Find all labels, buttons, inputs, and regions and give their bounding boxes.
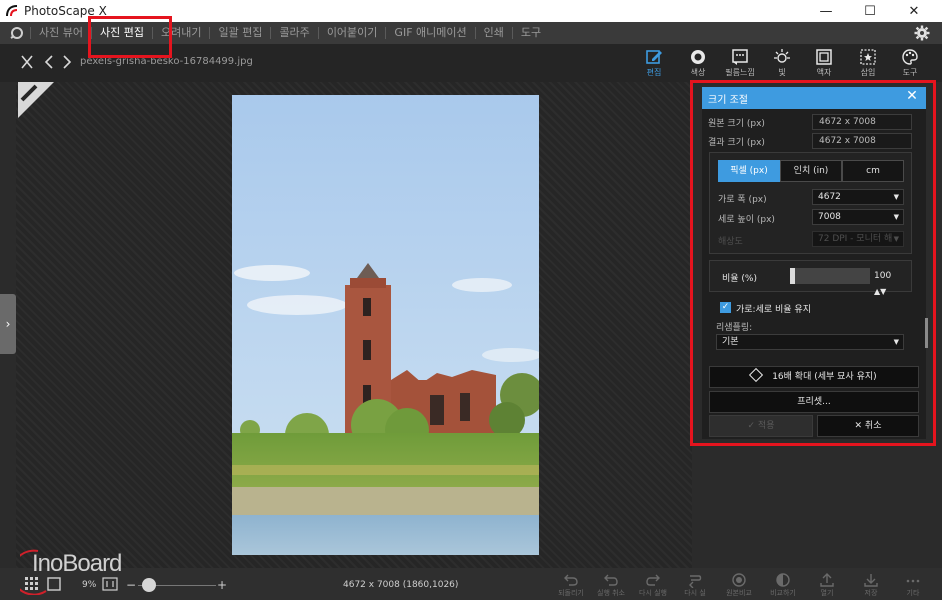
repeat-icon: [689, 575, 702, 588]
tool-label: 색상: [690, 68, 706, 77]
bottom-tool-label: 원본비교: [726, 589, 752, 597]
minimize-button[interactable]: —: [804, 0, 848, 22]
compare2-icon: [776, 573, 790, 587]
zoom-slider-thumb[interactable]: [142, 578, 156, 592]
tool-label: 빛: [778, 68, 786, 77]
bottom-tool-label: 비교하기: [770, 589, 796, 597]
tab-viewer[interactable]: 사진 뷰어: [31, 22, 91, 44]
bottom-tool-label: 저장: [864, 589, 878, 597]
highlight-box-tab: [88, 16, 172, 58]
tool-label: 편집: [646, 68, 662, 77]
edit-icon: [646, 50, 662, 64]
image-size-info: 4672 x 7008 (1860,1026): [343, 580, 459, 590]
tool-label: 필름느낌: [725, 68, 755, 77]
tab-print[interactable]: 인쇄: [476, 22, 512, 44]
tab-batch[interactable]: 일괄 편집: [210, 22, 270, 44]
bottom-tool-repeat[interactable]: 다시 실: [674, 572, 716, 598]
bottom-tool-redo[interactable]: 다시 실행: [632, 572, 674, 598]
bottom-tool-save[interactable]: 저장: [850, 572, 892, 598]
expand-sidebar-handle[interactable]: ›: [0, 294, 16, 354]
close-button[interactable]: ✕: [892, 0, 936, 22]
app-logo-icon: [6, 5, 18, 17]
tool-label: 액자: [816, 68, 832, 77]
frame-icon: [816, 49, 832, 65]
compare-icon: [732, 573, 746, 587]
photo-preview: [232, 95, 539, 555]
more-icon: [906, 579, 920, 583]
pro-badge-icon: [18, 82, 54, 118]
bottom-tool-label: 실행 취소: [597, 589, 625, 597]
save-icon: [864, 574, 878, 587]
bottom-tool-compare[interactable]: 원본비교: [718, 572, 760, 598]
maximize-button[interactable]: ☐: [848, 0, 892, 22]
chevron-right-icon: ›: [5, 317, 11, 331]
bottom-tool-more[interactable]: 기타: [892, 572, 934, 598]
bottom-tool-label: 열기: [820, 589, 834, 597]
home-icon[interactable]: [8, 24, 26, 42]
tool-color[interactable]: 색상: [678, 47, 718, 81]
photoscape-window: PhotoScape X — ☐ ✕ 사진 뷰어 사진 편집 오려내기 일괄 편…: [0, 0, 942, 600]
tool-edit[interactable]: 편집: [634, 47, 674, 81]
palette-icon: [902, 49, 918, 65]
light-icon: [774, 49, 790, 63]
tab-tools[interactable]: 도구: [513, 22, 549, 44]
tool-frame[interactable]: 액자: [804, 47, 844, 81]
undo-icon: [604, 574, 618, 586]
tool-film[interactable]: 필름느낌: [720, 47, 760, 81]
bottom-tool-label: 다시 실: [684, 589, 706, 597]
highlight-box-panel: [690, 80, 936, 446]
watermark-text: InoBoard: [32, 550, 122, 577]
previous-icon[interactable]: [42, 54, 56, 70]
bottom-tool-undo[interactable]: 실행 취소: [590, 572, 632, 598]
export-icon: [820, 573, 834, 587]
bottom-tool-label: 다시 실행: [639, 589, 667, 597]
insert-icon: [860, 49, 876, 65]
tab-collage[interactable]: 콜라주: [271, 22, 317, 44]
zoom-in-icon[interactable]: +: [217, 578, 227, 592]
tool-tools[interactable]: 도구: [890, 47, 930, 81]
gear-icon[interactable]: [914, 25, 930, 41]
tool-label: 삽입: [860, 68, 876, 77]
tab-combine[interactable]: 이어붙이기: [319, 22, 386, 44]
undo-all-icon: [564, 574, 578, 586]
film-icon: [732, 49, 748, 65]
bottom-tool-label: 되돌리기: [558, 589, 584, 597]
bottom-tool-compare2[interactable]: 비교하기: [762, 572, 804, 598]
color-icon: [691, 50, 705, 64]
bottom-tool-export[interactable]: 열기: [806, 572, 848, 598]
tool-label: 도구: [902, 68, 918, 77]
bottom-tool-label: 기타: [906, 589, 920, 597]
next-icon[interactable]: [60, 54, 74, 70]
tool-insert[interactable]: 삽입: [848, 47, 888, 81]
redo-icon: [646, 574, 660, 586]
close-file-icon[interactable]: [20, 54, 34, 70]
bottom-tool-revert[interactable]: 되돌리기: [550, 572, 592, 598]
tab-gif[interactable]: GIF 애니메이션: [386, 22, 474, 44]
tool-light[interactable]: 빛: [762, 47, 802, 81]
